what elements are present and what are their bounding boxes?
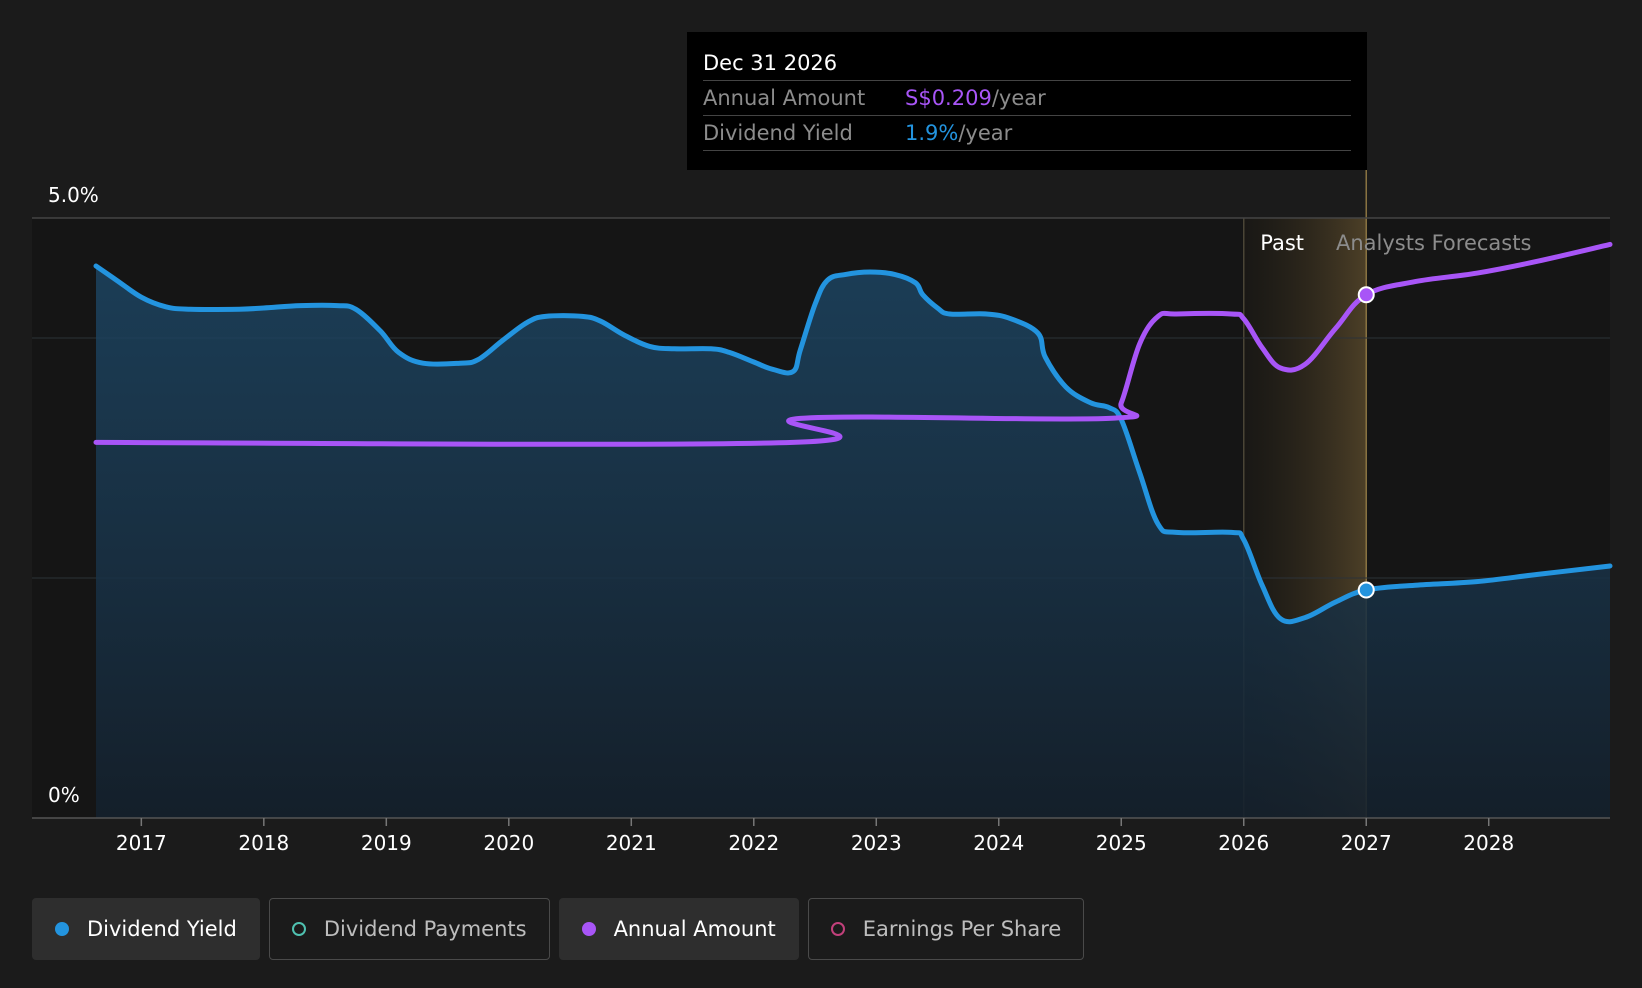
legend-dot-icon (581, 922, 596, 936)
y-label-bottom: 0% (48, 783, 80, 807)
x-tick-label-2017: 2017 (116, 831, 167, 855)
x-tick-label-2018: 2018 (238, 831, 289, 855)
tooltip-row-annual-amount: Annual Amount S$0.209 /year (703, 81, 1351, 116)
y-label-top: 5.0% (48, 183, 99, 207)
x-tick-label-2027: 2027 (1341, 831, 1392, 855)
tooltip-unit: /year (991, 86, 1046, 110)
x-tick-label-2026: 2026 (1218, 831, 1269, 855)
x-tick-label-2023: 2023 (851, 831, 902, 855)
x-tick-label-2024: 2024 (973, 831, 1024, 855)
tooltip-value: S$0.209 (905, 86, 992, 110)
legend-label: Annual Amount (613, 917, 776, 941)
tooltip-key: Dividend Yield (703, 121, 853, 145)
legend-label: Dividend Payments (323, 917, 527, 941)
hover-marker-annual-amount (1357, 286, 1375, 304)
legend-ring-icon (291, 922, 306, 936)
legend-dot-icon (55, 922, 69, 936)
legend-earnings-per-share[interactable]: Earnings Per Share (807, 898, 1085, 960)
tooltip-key: Annual Amount (703, 86, 866, 110)
hover-marker-dividend-yield (1357, 581, 1375, 599)
x-tick-label-2028: 2028 (1463, 831, 1514, 855)
legend-annual-amount[interactable]: Annual Amount (558, 898, 799, 960)
legend-label: Earnings Per Share (862, 917, 1062, 941)
past-region-label: Past (1260, 231, 1304, 255)
chart-legend: Dividend Yield Dividend Payments Annual … (32, 898, 1085, 960)
x-tick-label-2019: 2019 (361, 831, 412, 855)
tooltip-unit: /year (958, 121, 1013, 145)
tooltip-value: 1.9% (905, 121, 959, 145)
x-tick-label-2021: 2021 (606, 831, 657, 855)
legend-dividend-payments[interactable]: Dividend Payments (268, 898, 550, 960)
x-tick-label-2022: 2022 (728, 831, 779, 855)
legend-ring-icon (830, 922, 845, 936)
x-tick-label-2025: 2025 (1096, 831, 1147, 855)
tooltip-date: Dec 31 2026 (703, 46, 1351, 81)
tooltip-row-dividend-yield: Dividend Yield 1.9% /year (703, 116, 1351, 151)
x-tick-label-2020: 2020 (483, 831, 534, 855)
forecast-region-label: Analysts Forecasts (1336, 231, 1531, 255)
hover-tooltip: Dec 31 2026 Annual Amount S$0.209 /year … (687, 32, 1367, 170)
legend-dividend-yield[interactable]: Dividend Yield (32, 898, 260, 960)
legend-label: Dividend Yield (87, 917, 237, 941)
